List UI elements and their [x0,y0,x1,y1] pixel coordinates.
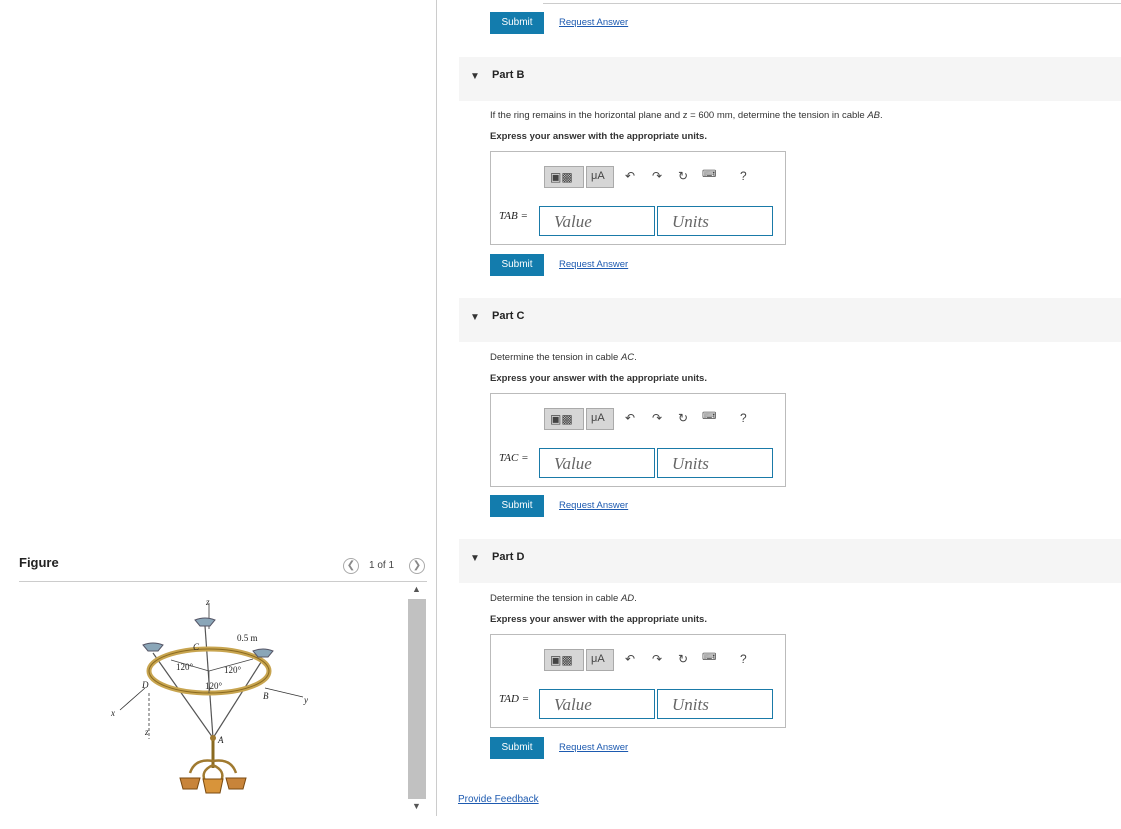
figure-scrollbar[interactable]: ▲ ▼ [408,582,426,816]
part-c-header[interactable]: ▼ Part C [459,298,1121,342]
part-c-question: Determine the tension in cable AC. [490,352,637,363]
provide-feedback-link[interactable]: Provide Feedback [458,794,539,805]
part-b-variable-label: TAB = [499,210,528,222]
part-d-answer-box: ▣▩ μA ↶ ↷ ↻ ⌨ ? TAD = Value Units [490,634,786,728]
redo-icon[interactable]: ↷ [652,652,662,666]
keyboard-icon[interactable]: ⌨ [702,169,716,180]
help-icon[interactable]: ? [740,169,747,183]
point-d-label: D [141,680,149,690]
undo-icon[interactable]: ↶ [625,169,635,183]
panel-divider [436,0,437,816]
axis-x-label: x [110,708,115,718]
keyboard-icon[interactable]: ⌨ [702,411,716,422]
collapse-triangle-icon: ▼ [470,312,480,323]
part-d-instruction: Express your answer with the appropriate… [490,614,707,625]
units-symbol-button[interactable]: μA [586,166,614,188]
help-icon[interactable]: ? [740,411,747,425]
undo-icon[interactable]: ↶ [625,411,635,425]
part-d-request-answer-link[interactable]: Request Answer [559,742,628,753]
reset-icon[interactable]: ↻ [678,411,688,425]
redo-icon[interactable]: ↷ [652,169,662,183]
part-b-header[interactable]: ▼ Part B [459,57,1121,101]
part-c-label: Part C [492,310,525,322]
templates-button[interactable]: ▣▩ [544,408,584,430]
part-d-units-input[interactable]: Units [657,689,773,719]
axis-y-label: y [303,695,308,705]
scrollbar-thumb[interactable] [408,599,426,799]
keyboard-icon[interactable]: ⌨ [702,652,716,663]
part-b-question: If the ring remains in the horizontal pl… [490,110,883,121]
part-b-submit-button[interactable]: Submit [490,254,544,276]
chandelier-figure: z C 0.5 m 120° 120° 120° D B y x z A [110,597,308,794]
help-icon[interactable]: ? [740,652,747,666]
part-c-answer-box: ▣▩ μA ↶ ↷ ↻ ⌨ ? TAC = Value Units [490,393,786,487]
units-symbol-button[interactable]: μA [586,408,614,430]
part-a-request-answer-link[interactable]: Request Answer [559,17,628,28]
part-d-label: Part D [492,551,525,563]
collapse-triangle-icon: ▼ [470,553,480,564]
scroll-down-icon[interactable]: ▼ [412,801,421,811]
fraction-template-icon: ▣▩ [550,412,573,426]
part-d-value-input[interactable]: Value [539,689,655,719]
part-a-submit-button[interactable]: Submit [490,12,544,34]
part-b-value-input[interactable]: Value [539,206,655,236]
part-c-variable-label: TAC = [499,452,529,464]
collapse-triangle-icon: ▼ [470,71,480,82]
part-c-request-answer-link[interactable]: Request Answer [559,500,628,511]
part-b-request-answer-link[interactable]: Request Answer [559,259,628,270]
part-b-instruction: Express your answer with the appropriate… [490,131,707,142]
dimension-z-label: z [144,727,149,737]
undo-icon[interactable]: ↶ [625,652,635,666]
scroll-up-icon[interactable]: ▲ [412,584,421,594]
figure-divider [19,581,427,582]
redo-icon[interactable]: ↷ [652,411,662,425]
figure-pager: 1 of 1 [369,560,395,571]
part-b-answer-box: ▣▩ μA ↶ ↷ ↻ ⌨ ? TAB = Value Units [490,151,786,245]
part-d-question: Determine the tension in cable AD. [490,593,637,604]
prev-figure-button[interactable]: ❮ [343,558,359,574]
part-d-submit-button[interactable]: Submit [490,737,544,759]
units-symbol-button[interactable]: μA [586,649,614,671]
fraction-template-icon: ▣▩ [550,653,573,667]
part-c-units-input[interactable]: Units [657,448,773,478]
templates-button[interactable]: ▣▩ [544,166,584,188]
part-d-header[interactable]: ▼ Part D [459,539,1121,583]
point-b-label: B [263,691,269,701]
angle-bottom-label: 120° [205,681,223,691]
reset-icon[interactable]: ↻ [678,652,688,666]
next-figure-button[interactable]: ❯ [409,558,425,574]
angle-left-label: 120° [176,662,194,672]
figure-title: Figure [19,555,59,570]
angle-right-label: 120° [224,665,242,675]
fraction-template-icon: ▣▩ [550,170,573,184]
part-b-label: Part B [492,69,525,81]
point-a-label: A [217,735,224,745]
part-d-variable-label: TAD = [499,693,530,705]
part-c-submit-button[interactable]: Submit [490,495,544,517]
radius-label: 0.5 m [237,633,258,643]
reset-icon[interactable]: ↻ [678,169,688,183]
chevron-left-icon: ❮ [346,560,356,571]
point-c-label: C [193,642,200,652]
part-a-answer-box-edge [543,3,1121,4]
axis-z-label: z [205,597,210,607]
part-b-units-input[interactable]: Units [657,206,773,236]
part-c-instruction: Express your answer with the appropriate… [490,373,707,384]
part-c-value-input[interactable]: Value [539,448,655,478]
chevron-right-icon: ❯ [412,560,422,571]
templates-button[interactable]: ▣▩ [544,649,584,671]
